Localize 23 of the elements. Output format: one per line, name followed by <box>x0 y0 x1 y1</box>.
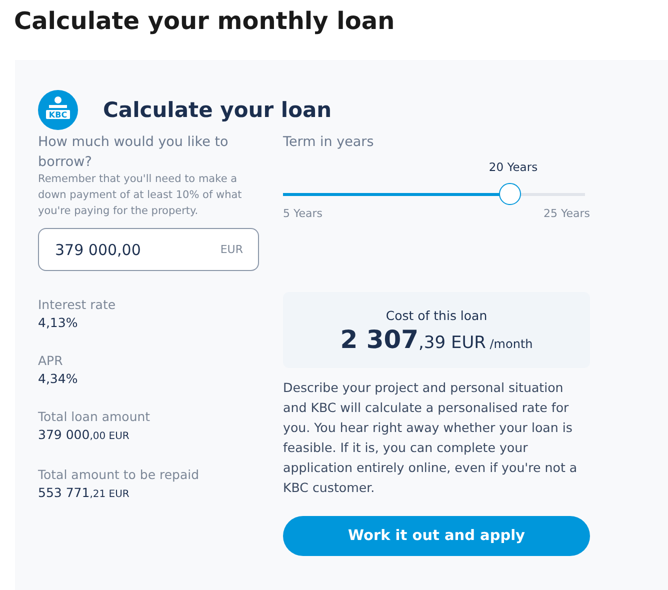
slider-track[interactable] <box>283 183 585 205</box>
stat-label: APR <box>38 352 64 370</box>
slider-reading: 20 Years <box>488 160 538 174</box>
stat-value: 553 771,21 EUR <box>38 484 130 502</box>
stat-label: Interest rate <box>38 296 117 314</box>
slider-max-label: 25 Years <box>543 207 590 220</box>
stat-value: 4,13% <box>38 314 79 332</box>
amount-field[interactable]: 379 000,00 EUR <box>38 228 259 271</box>
description-text: Describe your project and personal situation and KBC will calculate a personalised rate for you. You hear right away whether your loan is feasible. If it is, you can complete your application entirely online, even if you're not a KBC customer. <box>283 379 578 497</box>
monthly-cost: 2 307,39 EUR /month <box>340 324 533 354</box>
stat-label: Total loan amount <box>38 408 152 426</box>
stat-value: 4,34% <box>38 370 79 388</box>
stat-label: Total amount to be repaid <box>38 466 200 484</box>
hint-text: Remember that you'll need to make a down payment of at least 10% of what you're paying for the property. <box>38 172 243 219</box>
card-title: Calculate your loan <box>103 98 332 122</box>
page-title: Calculate your monthly loan <box>13 6 396 37</box>
bank-logo-icon: KBC <box>38 90 78 130</box>
stat-value: 379 000,00 EUR <box>38 426 130 444</box>
slider-thumb[interactable] <box>498 183 520 205</box>
cost-label: Cost of this loan <box>386 306 488 324</box>
slider-min-label: 5 Years <box>283 207 323 220</box>
slider-label: Term in years <box>283 133 375 152</box>
field-label: How much would you like to borrow? <box>38 133 230 172</box>
